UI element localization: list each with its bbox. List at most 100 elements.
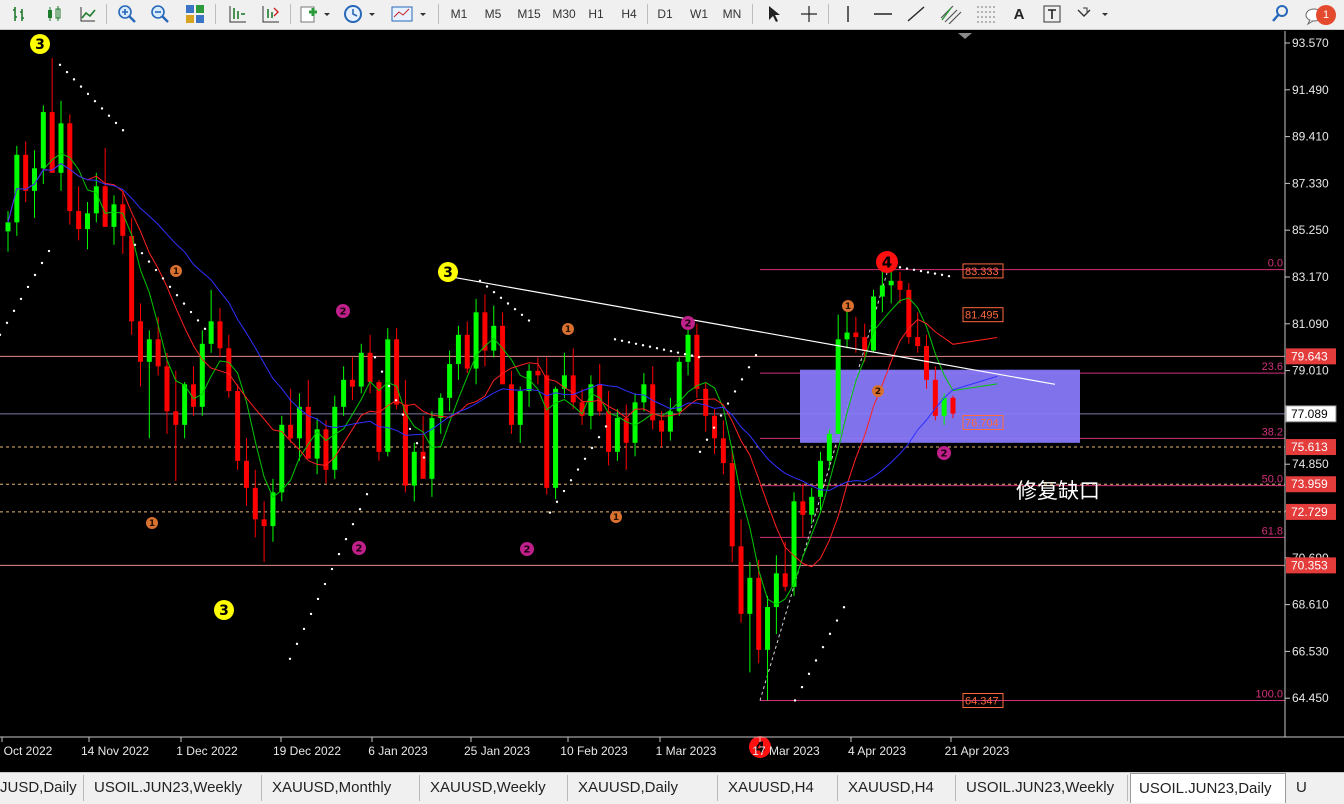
chart-tab[interactable]: U bbox=[1288, 775, 1344, 801]
sar-dot bbox=[747, 366, 751, 369]
vertical-line-icon[interactable] bbox=[838, 3, 858, 25]
sar-dot bbox=[800, 685, 804, 689]
notification-badge: 1 bbox=[1316, 5, 1336, 25]
timeframe-m5[interactable]: M5 bbox=[478, 3, 508, 25]
indicators-menu-icon[interactable] bbox=[298, 3, 332, 25]
fib-ratio-label: 50.0 bbox=[1262, 474, 1283, 486]
sar-dot bbox=[740, 378, 744, 381]
chart-tab[interactable]: USOIL.JUN23,Weekly bbox=[958, 775, 1128, 801]
candle-body bbox=[703, 388, 709, 416]
line-chart-icon[interactable] bbox=[76, 3, 100, 25]
candle-body bbox=[500, 325, 506, 385]
chart-tab[interactable]: XAUUSD,Monthly bbox=[264, 775, 420, 801]
fib-price-label: 81.495 bbox=[965, 310, 999, 322]
search-icon[interactable] bbox=[1268, 3, 1292, 25]
sar-dot bbox=[604, 425, 608, 428]
timeframe-w1[interactable]: W1 bbox=[684, 3, 714, 25]
date-axis-label: 19 Dec 2022 bbox=[273, 744, 341, 758]
sar-dot bbox=[387, 384, 391, 388]
sar-dot bbox=[485, 285, 489, 288]
candle-body bbox=[588, 384, 594, 416]
timeframe-m15[interactable]: M15 bbox=[512, 3, 546, 25]
equidistant-channel-icon[interactable] bbox=[938, 3, 964, 25]
crosshair-icon[interactable] bbox=[797, 3, 821, 25]
date-axis-label: 6 Jan 2023 bbox=[368, 744, 428, 758]
chart-tab[interactable]: XAUUSD,Daily bbox=[570, 775, 718, 801]
fib-price-label: 64.347 bbox=[965, 696, 999, 708]
arrows-menu-icon[interactable] bbox=[1074, 3, 1114, 25]
candle-body bbox=[632, 402, 638, 443]
periodicity-clock-icon[interactable] bbox=[343, 3, 379, 25]
sar-dot bbox=[302, 627, 306, 631]
sar-dot bbox=[828, 632, 832, 636]
date-axis-label: Oct 2022 bbox=[4, 744, 53, 758]
candle-body bbox=[782, 573, 788, 587]
sar-dot bbox=[613, 338, 617, 341]
candle-body bbox=[164, 366, 170, 412]
sar-dot bbox=[121, 129, 125, 132]
price-chart[interactable]: 0.0 23.6 38.2 50.0 61.8 100.0 83.333 81.495 76.7… bbox=[0, 31, 1344, 771]
candlestick-icon[interactable] bbox=[42, 3, 66, 25]
candle-body bbox=[747, 577, 753, 614]
price-axis-label: 83.170 bbox=[1292, 270, 1329, 284]
candle-body bbox=[93, 186, 99, 214]
chart-tab[interactable]: USOIL.JUN23,Weekly bbox=[86, 775, 262, 801]
timeframe-h4[interactable]: H4 bbox=[614, 3, 644, 25]
sar-dot bbox=[154, 268, 158, 272]
date-axis-label: 25 Jan 2023 bbox=[464, 744, 530, 758]
tile-windows-icon[interactable] bbox=[183, 3, 207, 25]
timeframe-m1[interactable]: M1 bbox=[444, 3, 474, 25]
candle-body bbox=[818, 460, 824, 497]
chart-tab-bar: JUSD,Daily USOIL.JUN23,Weekly XAUUSD,Month… bbox=[0, 772, 1344, 804]
chart-shift-icon[interactable] bbox=[258, 3, 282, 25]
sar-dot bbox=[683, 352, 687, 356]
price-axis-label: 93.570 bbox=[1292, 36, 1329, 50]
candle-body bbox=[31, 168, 37, 191]
notifications-chat-icon[interactable]: 1 bbox=[1302, 3, 1342, 26]
candle-body bbox=[800, 501, 806, 515]
timeframe-d1[interactable]: D1 bbox=[650, 3, 680, 25]
trendline-icon[interactable] bbox=[905, 3, 927, 25]
candle-body bbox=[667, 411, 673, 432]
timeframe-h1[interactable]: H1 bbox=[581, 3, 611, 25]
sar-dot bbox=[26, 285, 30, 289]
timeframe-mn[interactable]: MN bbox=[717, 3, 747, 25]
candle-body bbox=[535, 370, 541, 376]
timeframe-m30[interactable]: M30 bbox=[547, 3, 581, 25]
chart-tab[interactable]: XAUUSD,H4 bbox=[720, 775, 838, 801]
candle-body bbox=[155, 339, 161, 367]
candle-body bbox=[809, 496, 815, 515]
sar-dot bbox=[189, 310, 193, 314]
candle-body bbox=[261, 519, 267, 527]
chart-tab[interactable]: XAUUSD,Weekly bbox=[422, 775, 568, 801]
price-axis-label: 66.530 bbox=[1292, 644, 1329, 658]
sar-dot bbox=[401, 413, 405, 416]
candle-body bbox=[438, 397, 444, 419]
candle-body bbox=[729, 463, 735, 547]
fib-ratio-label: 61.8 bbox=[1262, 525, 1283, 537]
zoom-out-icon[interactable] bbox=[148, 3, 172, 25]
sar-dot bbox=[147, 260, 151, 263]
text-label-icon[interactable] bbox=[1040, 3, 1064, 25]
cursor-arrow-icon[interactable] bbox=[762, 3, 786, 25]
sar-dot bbox=[648, 345, 652, 348]
sar-dot bbox=[408, 427, 412, 431]
chart-tab[interactable]: XAUUSD,H4 bbox=[840, 775, 956, 801]
fibonacci-retracement-icon[interactable] bbox=[974, 3, 1000, 25]
fib-ratio-label: 0.0 bbox=[1268, 258, 1283, 270]
zoom-in-icon[interactable] bbox=[115, 3, 139, 25]
text-tool-icon[interactable]: A bbox=[1008, 3, 1030, 25]
chart-tab[interactable]: USOIL.JUN23,Daily bbox=[1130, 773, 1286, 803]
sar-dot bbox=[947, 274, 951, 278]
candle-body bbox=[464, 334, 470, 369]
sar-dot bbox=[203, 327, 207, 331]
candle-body bbox=[332, 406, 338, 470]
sar-dot bbox=[583, 457, 587, 460]
chart-tab[interactable]: JUSD,Daily bbox=[0, 775, 84, 801]
wave-label: 4 bbox=[882, 253, 892, 271]
horizontal-line-icon[interactable] bbox=[872, 3, 894, 25]
auto-scroll-icon[interactable] bbox=[225, 3, 249, 25]
templates-menu-icon[interactable] bbox=[390, 3, 430, 25]
date-axis-label: 4 Apr 2023 bbox=[848, 744, 906, 758]
bar-chart-icon[interactable] bbox=[8, 3, 32, 25]
